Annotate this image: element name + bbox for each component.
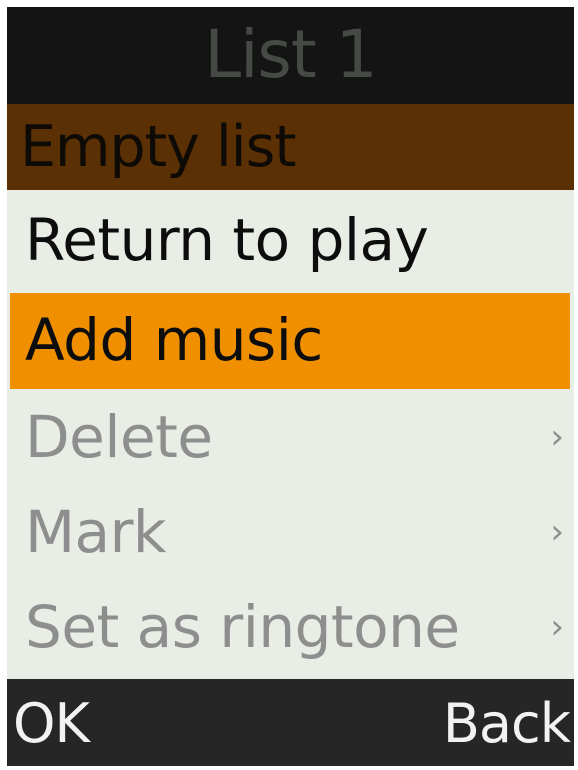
menu-item-return-to-play[interactable]: Return to play [10,193,570,289]
menu-item-delete[interactable]: Delete › [10,390,570,486]
options-menu: Return to play Add music Delete › Mark ›… [7,190,574,679]
menu-item-label: Delete [25,403,213,471]
title-bar: List 1 [7,7,574,104]
menu-item-mark[interactable]: Mark › [10,485,570,581]
phone-screen: List 1 Empty list Return to play Add mus… [7,7,574,766]
menu-item-label: Add music [25,306,323,374]
softkey-bar: OK Back [7,679,574,766]
menu-item-label: Mark [25,498,167,566]
chevron-right-icon: › [550,607,564,647]
chevron-right-icon: › [550,512,564,552]
back-softkey[interactable]: Back [443,697,571,751]
list-status-bar: Empty list [7,104,574,190]
chevron-right-icon: › [550,417,564,457]
menu-item-add-music[interactable]: Add music [10,293,570,389]
list-status-text: Empty list [20,114,297,180]
page-title: List 1 [204,15,377,93]
menu-item-label: Return to play [25,206,429,274]
menu-item-set-as-ringtone[interactable]: Set as ringtone › [10,580,570,676]
ok-softkey[interactable]: OK [13,697,90,751]
menu-item-label: Set as ringtone [25,593,460,661]
